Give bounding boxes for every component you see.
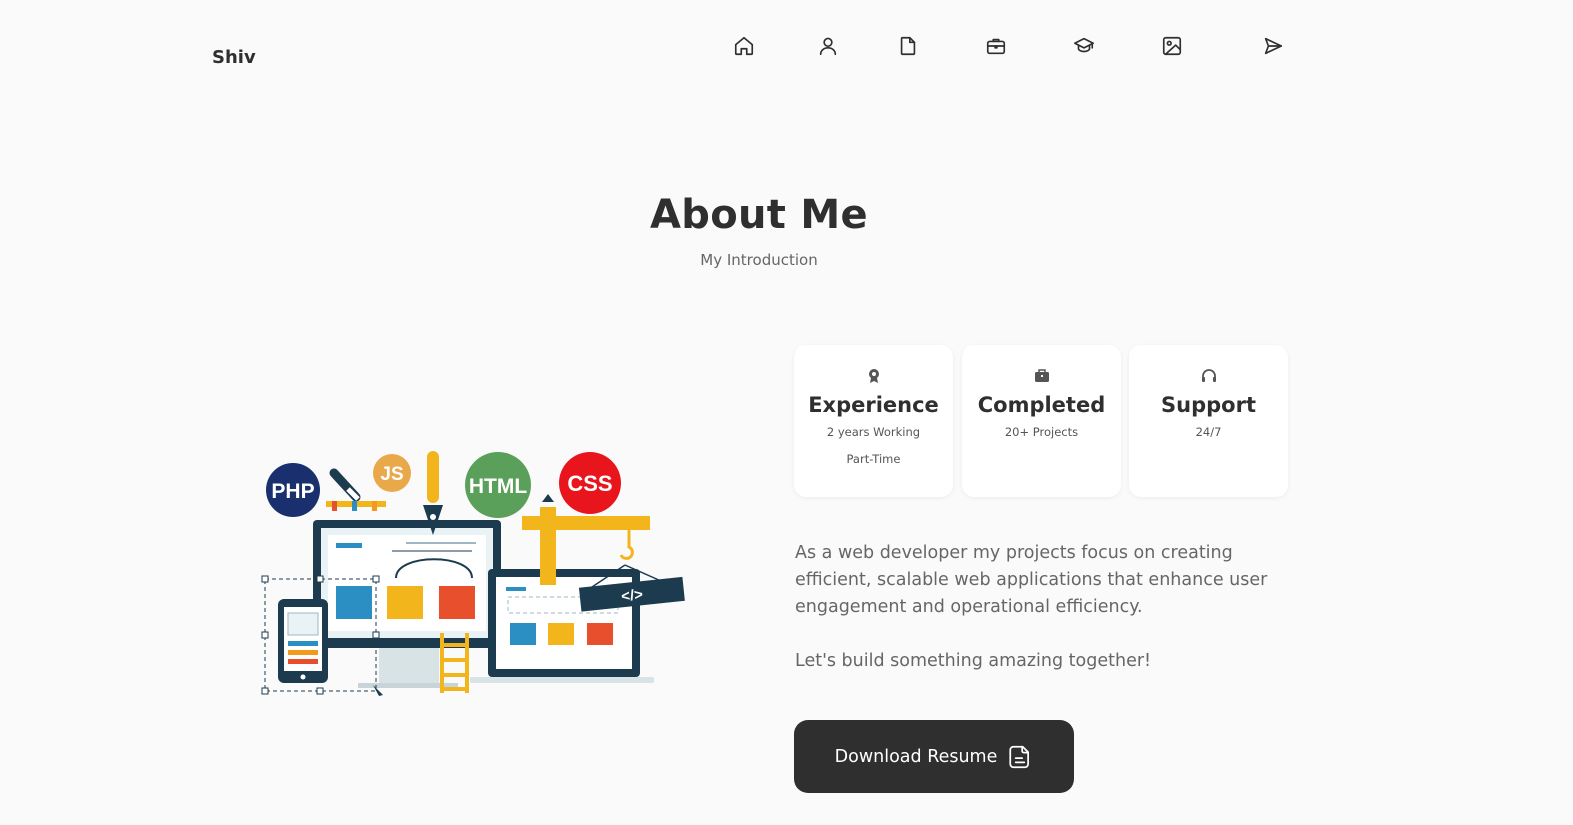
monitor-illustration — [313, 520, 501, 688]
nav-about[interactable] — [815, 33, 841, 59]
nav-portfolio[interactable] — [983, 33, 1009, 59]
about-info-cards: Experience 2 years Working Part-Time Com… — [794, 345, 1288, 497]
briefcase-icon — [1033, 367, 1051, 385]
home-icon — [734, 36, 754, 56]
top-nav — [0, 33, 1573, 59]
css-badge: CSS — [559, 452, 621, 514]
php-badge: PHP — [266, 463, 320, 517]
section-subtitle: My Introduction — [700, 251, 818, 269]
code-sign-text: </> — [620, 586, 644, 605]
card-line-1: 2 years Working — [826, 425, 921, 439]
card-line-1: 24/7 — [1195, 425, 1222, 439]
send-icon — [1264, 37, 1283, 55]
card-line-2: Part-Time — [846, 452, 901, 466]
web-development-illustration: </> PHP JS HTML CSS — [261, 451, 685, 696]
card-title: Completed — [977, 393, 1106, 417]
file-text-icon — [1009, 745, 1030, 768]
nav-gallery[interactable] — [1159, 33, 1185, 59]
svg-text:JS: JS — [380, 464, 403, 485]
image-icon — [1162, 36, 1182, 56]
award-icon — [865, 367, 883, 385]
completed-card: Completed 20+ Projects — [962, 345, 1121, 497]
nav-resume[interactable] — [895, 33, 921, 59]
nav-education[interactable] — [1071, 33, 1097, 59]
headset-icon — [1200, 367, 1218, 385]
section-title: About Me — [650, 192, 868, 238]
svg-text:CSS: CSS — [567, 471, 612, 496]
nav-home[interactable] — [731, 33, 757, 59]
svg-text:HTML: HTML — [469, 475, 527, 498]
file-icon — [900, 36, 916, 56]
support-card: Support 24/7 — [1129, 345, 1288, 497]
card-title: Support — [1161, 393, 1256, 417]
download-resume-button[interactable]: Download Resume — [794, 720, 1074, 793]
html-badge: HTML — [465, 452, 531, 518]
card-title: Experience — [808, 393, 939, 417]
js-badge: JS — [373, 454, 411, 492]
svg-text:PHP: PHP — [271, 480, 314, 503]
experience-card: Experience 2 years Working Part-Time — [794, 345, 953, 497]
download-resume-label: Download Resume — [834, 746, 998, 767]
briefcase-icon — [986, 38, 1006, 55]
description-paragraph: As a web developer my projects focus on … — [795, 543, 1268, 617]
user-icon — [819, 37, 837, 56]
phone-illustration — [278, 599, 328, 683]
nav-contact[interactable] — [1260, 33, 1286, 59]
card-line-1: 20+ Projects — [1004, 425, 1079, 439]
about-description: As a web developer my projects focus on … — [795, 540, 1295, 675]
graduation-cap-icon — [1074, 37, 1094, 53]
description-cta-text: Let's build something amazing together! — [795, 651, 1152, 671]
